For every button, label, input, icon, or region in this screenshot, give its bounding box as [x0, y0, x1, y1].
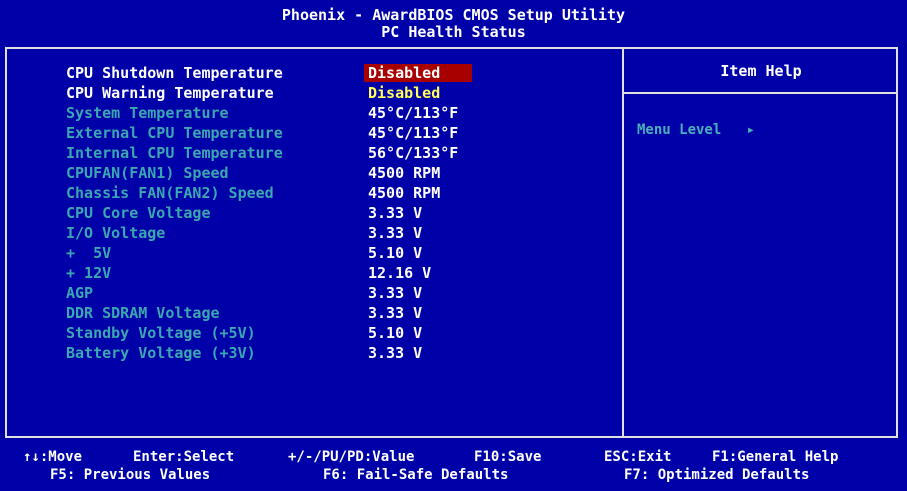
- reading-external-cpu-temperature: External CPU Temperature 45°C/113°F: [0, 124, 620, 144]
- reading-value: 45°C/113°F: [368, 104, 459, 122]
- menu-level: Menu Level ▸: [637, 122, 755, 138]
- reading-label: AGP: [66, 284, 94, 302]
- reading-value: 4500 RPM: [368, 164, 441, 182]
- reading-12v: + 12V 12.16 V: [0, 264, 620, 284]
- reading-value: 5.10 V: [368, 244, 423, 262]
- menu-level-arrow-icon: ▸: [746, 122, 756, 138]
- reading-value: 3.33 V: [368, 344, 423, 362]
- reading-label: I/O Voltage: [66, 224, 166, 242]
- reading-value: 5.10 V: [368, 324, 423, 342]
- item-help-title: Item Help: [720, 62, 802, 80]
- reading-label: Standby Voltage (+5V): [66, 324, 256, 342]
- reading-label: Internal CPU Temperature: [66, 144, 283, 162]
- reading-label: External CPU Temperature: [66, 124, 283, 142]
- reading-battery-voltage: Battery Voltage (+3V) 3.33 V: [0, 344, 620, 364]
- hint-optimized-defaults: F7: Optimized Defaults: [624, 467, 810, 483]
- reading-value: 3.33 V: [368, 204, 423, 222]
- reading-agp: AGP 3.33 V: [0, 284, 620, 304]
- hint-general-help: F1:General Help: [712, 449, 839, 465]
- reading-label: + 5V: [66, 244, 112, 262]
- reading-label: System Temperature: [66, 104, 229, 122]
- hint-save: F10:Save: [474, 449, 542, 465]
- hint-value: +/-/PU/PD:Value: [288, 449, 415, 465]
- reading-5v: + 5V 5.10 V: [0, 244, 620, 264]
- reading-chassis-fan-speed: Chassis FAN(FAN2) Speed 4500 RPM: [0, 184, 620, 204]
- hint-previous-values: F5: Previous Values: [50, 467, 211, 483]
- setting-label: CPU Warning Temperature: [66, 84, 274, 102]
- page-title: PC Health Status: [381, 23, 526, 41]
- reading-value: 4500 RPM: [368, 184, 441, 202]
- reading-value: 3.33 V: [368, 224, 423, 242]
- setting-value[interactable]: Disabled: [364, 84, 444, 102]
- reading-value: 12.16 V: [368, 264, 432, 282]
- reading-internal-cpu-temperature: Internal CPU Temperature 56°C/133°F: [0, 144, 620, 164]
- reading-label: Battery Voltage (+3V): [66, 344, 256, 362]
- menu-level-label: Menu Level: [637, 122, 722, 138]
- setting-value[interactable]: Disabled: [364, 64, 472, 82]
- reading-io-voltage: I/O Voltage 3.33 V: [0, 224, 620, 244]
- reading-label: DDR SDRAM Voltage: [66, 304, 220, 322]
- reading-system-temperature: System Temperature 45°C/113°F: [0, 104, 620, 124]
- setting-label: CPU Shutdown Temperature: [66, 64, 283, 82]
- reading-label: Chassis FAN(FAN2) Speed: [66, 184, 274, 202]
- bios-title: Phoenix - AwardBIOS CMOS Setup Utility: [281, 6, 626, 24]
- help-divider: [622, 92, 898, 94]
- bios-title-bar: Phoenix - AwardBIOS CMOS Setup Utility P…: [0, 0, 907, 48]
- hint-enter: Enter:Select: [133, 449, 235, 465]
- reading-label: CPUFAN(FAN1) Speed: [66, 164, 229, 182]
- reading-label: + 12V: [66, 264, 112, 282]
- reading-value: 3.33 V: [368, 284, 423, 302]
- reading-cpu-fan-speed: CPUFAN(FAN1) Speed 4500 RPM: [0, 164, 620, 184]
- reading-standby-voltage: Standby Voltage (+5V) 5.10 V: [0, 324, 620, 344]
- reading-value: 3.33 V: [368, 304, 423, 322]
- hint-failsafe-defaults: F6: Fail-Safe Defaults: [323, 467, 509, 483]
- reading-ddr-sdram-voltage: DDR SDRAM Voltage 3.33 V: [0, 304, 620, 324]
- panel-divider: [622, 47, 624, 438]
- hint-exit: ESC:Exit: [604, 449, 672, 465]
- setting-cpu-warning-temperature[interactable]: CPU Warning Temperature Disabled: [0, 84, 620, 104]
- reading-label: CPU Core Voltage: [66, 204, 211, 222]
- reading-cpu-core-voltage: CPU Core Voltage 3.33 V: [0, 204, 620, 224]
- reading-value: 45°C/113°F: [368, 124, 459, 142]
- key-hints: ↑↓:Move Enter:Select +/-/PU/PD:Value F10…: [0, 440, 907, 490]
- hint-move: ↑↓:Move: [23, 449, 83, 465]
- reading-value: 56°C/133°F: [368, 144, 459, 162]
- setting-cpu-shutdown-temperature[interactable]: CPU Shutdown Temperature Disabled: [0, 64, 620, 84]
